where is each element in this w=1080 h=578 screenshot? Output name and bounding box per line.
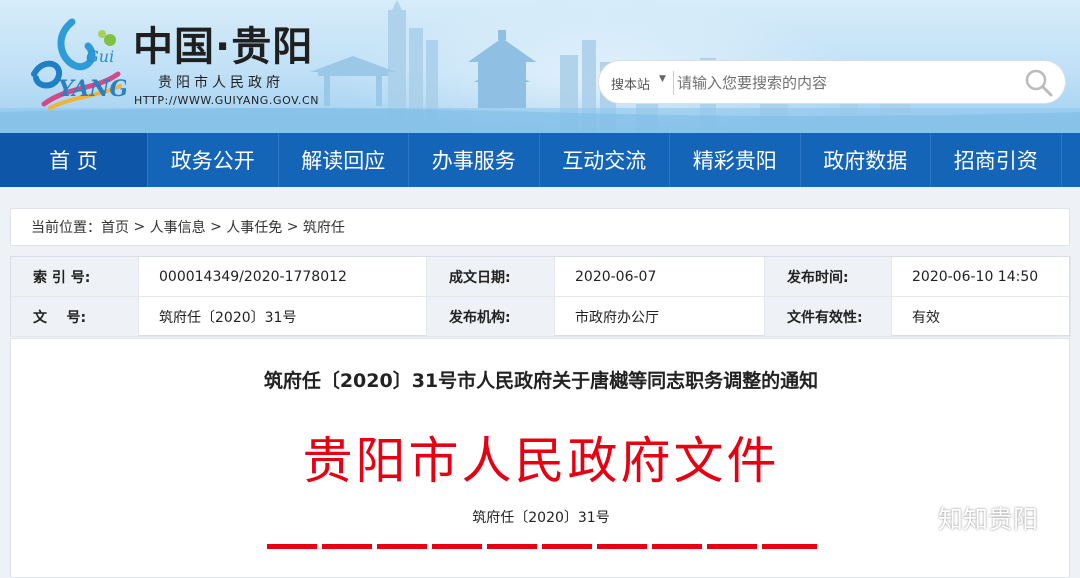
dropdown-caret-icon[interactable]: ▼ — [659, 74, 666, 84]
breadcrumb-current[interactable]: 筑府任 — [303, 217, 345, 237]
nav-item-home[interactable]: 首 页 — [0, 133, 148, 187]
svg-text:Gui: Gui — [86, 47, 114, 66]
issuing-org-label: 发布机构: — [427, 297, 555, 337]
watermark-text: 知知贵阳 — [938, 505, 1039, 534]
nav-item-gov-data[interactable]: 政府数据 — [801, 133, 931, 187]
breadcrumb-separator: > — [129, 219, 150, 235]
guiyang-logo: YANG Gui — [31, 18, 126, 110]
main-nav: 首 页 政务公开 解读回应 办事服务 互动交流 精彩贵阳 政府数据 招商引资 — [0, 133, 1080, 187]
breadcrumb-separator: > — [205, 219, 227, 235]
validity-label: 文件有效性: — [765, 297, 892, 337]
site-title: 中国·贵阳 — [133, 24, 314, 70]
doc-number-label: 文 号: — [11, 297, 139, 337]
breadcrumb: 当前位置： 首页 > 人事信息 > 人事任免 > 筑府任 — [10, 208, 1070, 246]
validity-value: 有效 — [892, 297, 1071, 337]
publish-time-label: 发布时间: — [765, 257, 892, 297]
nav-item-guiyang[interactable]: 精彩贵阳 — [670, 133, 801, 187]
nav-item-interaction[interactable]: 互动交流 — [540, 133, 670, 187]
site-url[interactable]: HTTP://WWW.GUIYANG.GOV.CN — [134, 94, 319, 107]
publish-time-value: 2020-06-10 14:50 — [892, 257, 1071, 297]
nav-item-investment[interactable]: 招商引资 — [931, 133, 1062, 187]
index-value: 000014349/2020-1778012 — [139, 257, 427, 297]
search-input[interactable] — [677, 69, 1007, 97]
breadcrumb-prefix: 当前位置： — [31, 220, 101, 236]
breadcrumb-separator: > — [282, 219, 303, 235]
search-icon[interactable] — [1023, 67, 1055, 99]
header-banner: YANG Gui 中国·贵阳 贵阳市人民政府 HTTP://WWW.GUIYAN… — [0, 0, 1080, 133]
doc-number-value: 筑府任〔2020〕31号 — [139, 297, 427, 337]
red-separator-line — [267, 544, 817, 549]
breadcrumb-link-personnel[interactable]: 人事信息 — [150, 217, 206, 237]
document-body: 筑府任〔2020〕31号市人民政府关于唐樾等同志职务调整的通知 贵阳市人民政府文… — [10, 338, 1070, 578]
breadcrumb-link-home[interactable]: 首页 — [101, 217, 129, 237]
search-divider — [673, 71, 674, 95]
created-date-value: 2020-06-07 — [555, 257, 765, 297]
search-bar: 搜本站 ▼ — [598, 60, 1066, 104]
nav-item-services[interactable]: 办事服务 — [409, 133, 540, 187]
breadcrumb-link-appointments[interactable]: 人事任免 — [226, 217, 282, 237]
wechat-watermark: 知知贵阳 — [896, 500, 1038, 536]
document-red-header: 贵阳市人民政府文件 — [302, 432, 780, 490]
index-label: 索 引 号: — [11, 257, 139, 297]
search-scope-select[interactable]: 搜本站 — [611, 74, 650, 93]
created-date-label: 成文日期: — [427, 257, 555, 297]
nav-item-interpretation[interactable]: 解读回应 — [279, 133, 409, 187]
document-title: 筑府任〔2020〕31号市人民政府关于唐樾等同志职务调整的通知 — [263, 370, 819, 392]
site-subtitle: 贵阳市人民政府 — [158, 75, 284, 91]
svg-text:YANG: YANG — [58, 76, 126, 102]
wechat-icon — [896, 503, 932, 532]
issuing-org-value: 市政府办公厅 — [555, 297, 765, 337]
document-metadata-table: 索 引 号: 000014349/2020-1778012 成文日期: 2020… — [10, 256, 1071, 337]
nav-item-gov-affairs[interactable]: 政务公开 — [148, 133, 279, 187]
